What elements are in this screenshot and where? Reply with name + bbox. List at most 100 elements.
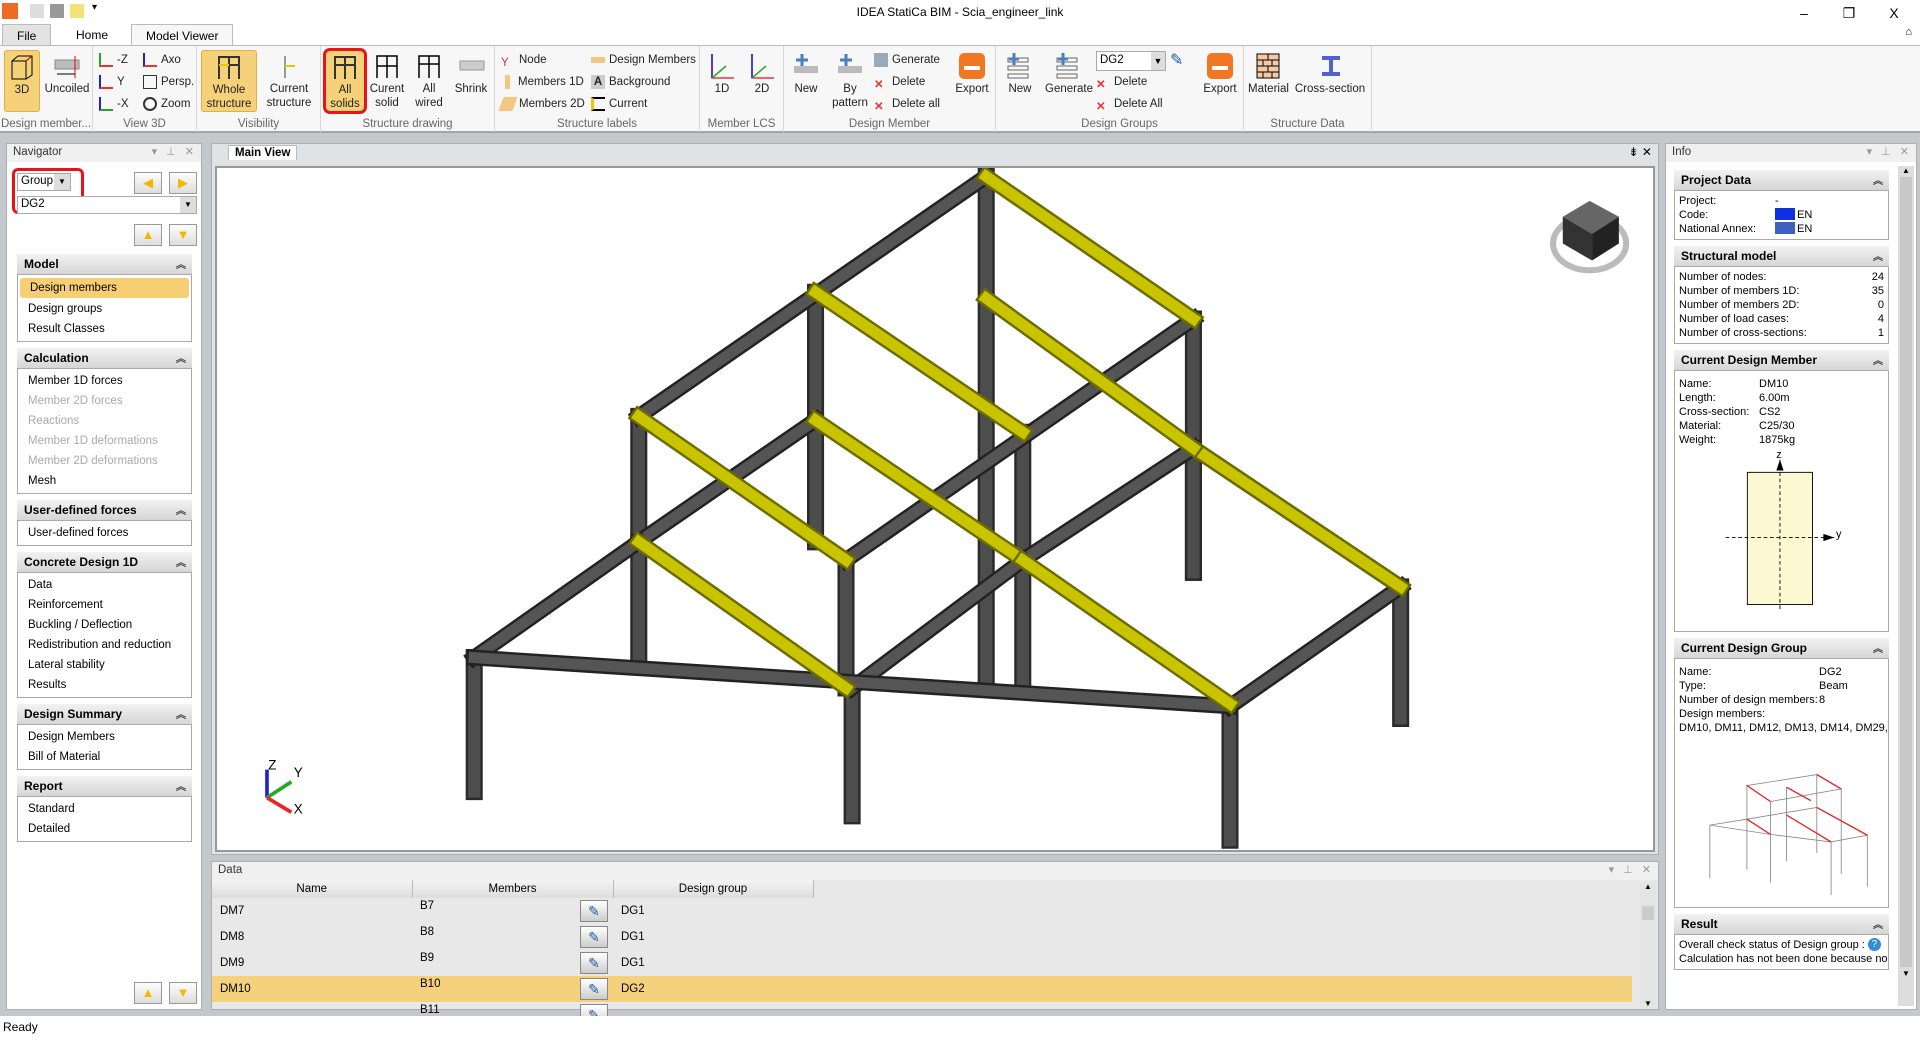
scroll-up-button[interactable]: ▲ [134, 982, 162, 1004]
view-y-button[interactable]: Y [99, 72, 125, 92]
3d-button[interactable]: 3D [4, 50, 40, 112]
nav-section-header[interactable]: Concrete Design 1D ︽ [17, 552, 192, 572]
edit-pencil-icon[interactable]: ✎ [580, 926, 608, 948]
view-minus-x-button[interactable]: -X [99, 94, 129, 114]
node-label-button[interactable]: Y Node [501, 50, 547, 70]
delete-all-members-button[interactable]: ✕ Delete all [874, 94, 940, 114]
nav-item[interactable]: Results [18, 675, 191, 695]
view-minus-z-button[interactable]: -Z [99, 50, 128, 70]
design-member-beam-face[interactable] [1185, 440, 1409, 595]
shrink-button[interactable]: Shrink [451, 50, 491, 112]
new-group-button[interactable]: New [998, 50, 1042, 112]
zoom-button[interactable]: Zoom [143, 94, 190, 114]
restore-button[interactable]: ❐ [1829, 2, 1869, 24]
table-scrollbar[interactable]: ▲ ▼ [1640, 882, 1656, 1008]
design-member-beam-face[interactable] [1015, 552, 1238, 712]
edit-pencil-icon[interactable]: ✎ [580, 952, 608, 974]
edit-pencil-icon[interactable]: ✎ [580, 900, 608, 922]
nav-item[interactable]: Standard [18, 799, 191, 819]
nav-item[interactable]: Buckling / Deflection [18, 615, 191, 635]
members-1d-label-button[interactable]: Members 1D [501, 72, 584, 92]
members-2d-label-button[interactable]: Members 2D [498, 94, 585, 114]
collapse-icon[interactable]: ︽ [176, 350, 186, 365]
delete-member-button[interactable]: ✕ Delete [874, 72, 925, 92]
current-design-group-header[interactable]: Current Design Group ︽ [1674, 638, 1889, 658]
column-header-design-group[interactable]: Design group [613, 880, 814, 898]
export-group-button[interactable]: Export [1200, 50, 1240, 112]
nav-item[interactable]: Bill of Material [18, 747, 191, 767]
panel-controls-icon[interactable]: ▾ ⊥ ✕ [152, 145, 197, 158]
new-design-member-button[interactable]: New [786, 50, 826, 112]
collapse-ribbon-icon[interactable]: ⌂ [1905, 26, 1912, 38]
scroll-down-button[interactable]: ▼ [169, 982, 197, 1004]
help-icon[interactable]: ? [1867, 938, 1881, 951]
nav-item[interactable]: Design groups [18, 299, 191, 319]
current-design-member-header[interactable]: Current Design Member ︽ [1674, 350, 1889, 370]
beam-face[interactable] [466, 534, 647, 666]
next-button[interactable]: ▶ [169, 172, 197, 194]
tab-model-viewer[interactable]: Model Viewer [131, 24, 234, 46]
move-up-button[interactable]: ▲ [134, 224, 162, 246]
export-member-button[interactable]: Export [952, 50, 992, 112]
nav-item[interactable]: Detailed [18, 819, 191, 839]
nav-section-header[interactable]: Calculation ︽ [17, 348, 192, 368]
table-row[interactable]: DM9 B9 ✎ DG1 [212, 950, 1632, 976]
nav-item[interactable]: Member 1D forces [18, 371, 191, 391]
uncoiled-button[interactable]: Uncoiled [44, 50, 90, 112]
beam-face[interactable] [844, 552, 1031, 696]
tab-main-view[interactable]: Main View [228, 145, 298, 160]
background-label-button[interactable]: A Background [591, 72, 670, 92]
close-button[interactable]: X [1874, 2, 1914, 24]
nav-item[interactable]: Reinforcement [18, 595, 191, 615]
design-group-select[interactable]: DG2 ▼ [1096, 51, 1166, 71]
collapse-icon[interactable]: ︽ [176, 554, 186, 569]
lcs-1d-button[interactable]: 1D [704, 50, 740, 112]
nav-section-header[interactable]: Design Summary ︽ [17, 704, 192, 724]
collapse-icon[interactable]: ︽ [176, 502, 186, 517]
nav-section-header[interactable]: User-defined forces ︽ [17, 500, 192, 520]
minimize-button[interactable]: – [1784, 2, 1824, 24]
column-header-members[interactable]: Members [412, 880, 614, 898]
table-row[interactable]: DM7 B7 ✎ DG1 [212, 898, 1632, 924]
delete-all-groups-button[interactable]: ✕ Delete All [1096, 94, 1163, 114]
nav-item[interactable]: Lateral stability [18, 655, 191, 675]
view-menu-close-icon[interactable]: ⇟ ✕ [1629, 145, 1652, 159]
delete-group-button[interactable]: ✕ Delete [1096, 72, 1147, 92]
generate-group-button[interactable]: Generate [1044, 50, 1094, 112]
cross-section-button[interactable]: Cross-section [1292, 50, 1368, 112]
lcs-2d-button[interactable]: 2D [744, 50, 780, 112]
move-down-button[interactable]: ▼ [169, 224, 197, 246]
nav-section-header[interactable]: Model ︽ [17, 254, 192, 274]
project-data-header[interactable]: Project Data ︽ [1674, 170, 1889, 190]
collapse-icon[interactable]: ︽ [176, 256, 186, 271]
nav-section-header[interactable]: Report ︽ [17, 776, 192, 796]
edit-pencil-icon[interactable]: ✎ [1170, 50, 1183, 70]
all-wired-button[interactable]: All wired [409, 50, 449, 112]
current-structure-button[interactable]: Current structure [261, 50, 317, 112]
view-cube-icon[interactable] [1549, 200, 1630, 274]
3d-viewport[interactable]: Z Y X [215, 165, 1655, 852]
perspective-button[interactable]: Persp. [143, 72, 194, 92]
info-scrollbar[interactable]: ▲ ▼ [1898, 166, 1914, 1006]
structural-model-header[interactable]: Structural model ︽ [1674, 246, 1889, 266]
collapse-icon[interactable]: ︽ [176, 778, 186, 793]
beam-face[interactable] [1015, 440, 1202, 568]
navigator-type-select[interactable]: Group ▼ [17, 173, 71, 191]
nav-item[interactable]: Redistribution and reduction [18, 635, 191, 655]
axo-button[interactable]: Axo [143, 50, 181, 70]
table-row[interactable]: DM10 B10 ✎ DG2 [212, 976, 1632, 1002]
table-row[interactable]: DM8 B8 ✎ DG1 [212, 924, 1632, 950]
nav-item[interactable]: Mesh [18, 471, 191, 491]
beam-face[interactable] [1222, 579, 1409, 714]
result-header[interactable]: Result ︽ [1674, 914, 1889, 934]
nav-item[interactable]: Data [18, 575, 191, 595]
tab-file[interactable]: File [2, 24, 52, 46]
nav-item[interactable]: Design Members [18, 727, 191, 747]
current-label-button[interactable]: Current [591, 94, 647, 114]
current-solid-button[interactable]: Curent solid [367, 50, 407, 112]
structure-model[interactable]: Z Y X [217, 165, 1653, 850]
panel-controls-icon[interactable]: ▾ ⊥ ✕ [1867, 145, 1912, 158]
tab-home[interactable]: Home [62, 24, 122, 46]
whole-structure-button[interactable]: Whole structure [201, 50, 257, 112]
all-solids-button[interactable]: All solids [323, 48, 367, 114]
